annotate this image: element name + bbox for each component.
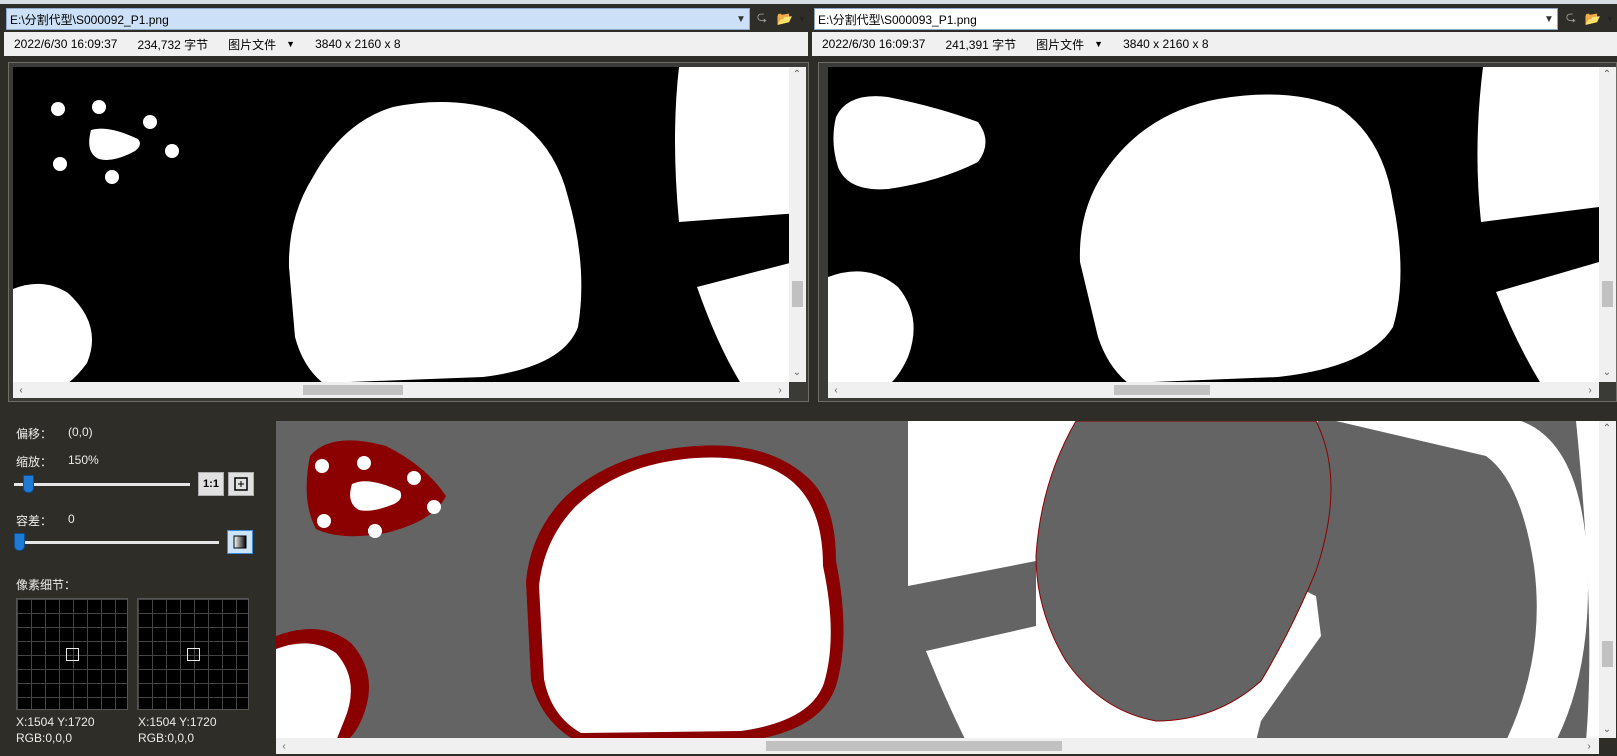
left-image-view[interactable] [13,67,789,382]
scroll-left-icon[interactable]: ‹ [829,383,843,397]
left-path-text: E:\分割代型\S000092_P1.png [10,12,169,27]
pixel-detail-label: 像素细节： [16,578,77,592]
right-vertical-scrollbar[interactable]: ⌃ ⌄ [1599,67,1616,382]
folder-menu-chevron-icon[interactable]: ▼ [1605,12,1615,26]
left-image-canvas [13,67,789,382]
compare-control-panel: 偏移： (0,0) 缩放： 150% 1:1 容差： 0 像素细节： X:150… [7,416,267,756]
folder-menu-chevron-icon[interactable]: ▼ [797,12,807,26]
scroll-right-icon[interactable]: › [1583,383,1597,397]
scroll-down-icon[interactable]: ⌄ [1600,365,1614,379]
chevron-down-icon[interactable]: ▼ [1541,9,1557,29]
chevron-down-icon[interactable]: ▼ [286,39,295,49]
top-strip [0,0,1617,4]
chevron-down-icon[interactable]: ▼ [1094,39,1103,49]
right-file-type[interactable]: 图片文件 [1036,36,1084,53]
scroll-thumb[interactable] [766,741,1062,751]
difference-view[interactable] [276,421,1605,738]
tolerance-slider-track[interactable] [14,541,219,544]
right-file-date: 2022/6/30 16:09:37 [822,37,926,51]
diff-mode-button[interactable] [227,530,253,554]
chevron-down-icon[interactable]: ▼ [733,9,749,29]
tolerance-value: 0 [68,512,75,526]
tolerance-slider-thumb[interactable] [14,533,25,551]
tolerance-label: 容差： [16,514,53,528]
right-pixel-coord: X:1504 Y:1720 [138,715,217,729]
difference-canvas [276,421,1605,738]
open-folder-icon[interactable]: 📂 [775,10,795,28]
left-file-type[interactable]: 图片文件 [228,36,276,53]
scroll-right-icon[interactable]: › [773,383,787,397]
scroll-thumb[interactable] [1602,281,1613,307]
right-image-canvas [828,67,1599,382]
right-path-text: E:\分割代型\S000093_P1.png [818,12,977,27]
offset-label: 偏移： [16,427,53,441]
fit-to-window-button[interactable] [228,472,254,496]
left-pixel-rgb: RGB:0,0,0 [16,731,73,745]
swap-arrow-icon[interactable]: ⮎ [1561,9,1581,28]
right-pixel-rgb: RGB:0,0,0 [138,731,195,745]
left-file-date: 2022/6/30 16:09:37 [14,37,118,51]
offset-value: (0,0) [68,425,93,439]
left-pixel-coord: X:1504 Y:1720 [16,715,95,729]
scroll-thumb[interactable] [792,281,803,307]
right-file-size: 241,391 字节 [945,37,1017,52]
right-horizontal-scrollbar[interactable]: ‹ › [828,382,1599,398]
zoom-label: 缩放： [16,455,53,469]
scroll-left-icon[interactable]: ‹ [277,739,291,753]
swap-arrow-icon[interactable]: ⮎ [752,9,772,28]
actual-size-button[interactable]: 1:1 [198,472,224,496]
scroll-thumb[interactable] [1114,385,1210,395]
right-pixel-grid [137,598,249,710]
scroll-left-icon[interactable]: ‹ [14,383,28,397]
scroll-down-icon[interactable]: ⌄ [790,365,804,379]
scroll-up-icon[interactable]: ⌃ [1600,67,1614,81]
left-pixel-grid [16,598,128,710]
right-path-field[interactable]: E:\分割代型\S000093_P1.png ▼ [814,8,1558,30]
zoom-value: 150% [68,453,99,467]
zoom-slider-thumb[interactable] [22,475,34,493]
open-folder-icon[interactable]: 📂 [1583,10,1603,28]
scroll-right-icon[interactable]: › [1582,739,1596,753]
scroll-up-icon[interactable]: ⌃ [790,67,804,81]
left-file-dims: 3840 x 2160 x 8 [315,37,401,51]
left-file-info: 2022/6/30 16:09:37 234,732 字节 图片文件 ▼ 384… [4,32,808,56]
right-image-view[interactable] [828,67,1599,382]
scroll-thumb[interactable] [303,385,403,395]
selected-pixel [66,648,79,661]
fit-window-icon [234,477,248,491]
selected-pixel [187,648,200,661]
scroll-down-icon[interactable]: ⌄ [1600,722,1614,736]
right-file-info: 2022/6/30 16:09:37 241,391 字节 图片文件 ▼ 384… [812,32,1617,56]
diff-horizontal-scrollbar[interactable]: ‹ › [276,738,1599,754]
left-horizontal-scrollbar[interactable]: ‹ › [13,382,789,398]
diff-vertical-scrollbar[interactable]: ⌃ ⌄ [1599,421,1616,738]
left-vertical-scrollbar[interactable]: ⌃ ⌄ [789,67,806,382]
left-path-field[interactable]: E:\分割代型\S000092_P1.png ▼ [6,8,750,30]
scroll-up-icon[interactable]: ⌃ [1600,421,1614,435]
zoom-slider-track[interactable] [14,483,190,486]
gradient-icon [233,535,247,549]
scroll-thumb[interactable] [1602,641,1613,667]
left-file-size: 234,732 字节 [137,37,209,52]
right-file-dims: 3840 x 2160 x 8 [1123,37,1209,51]
